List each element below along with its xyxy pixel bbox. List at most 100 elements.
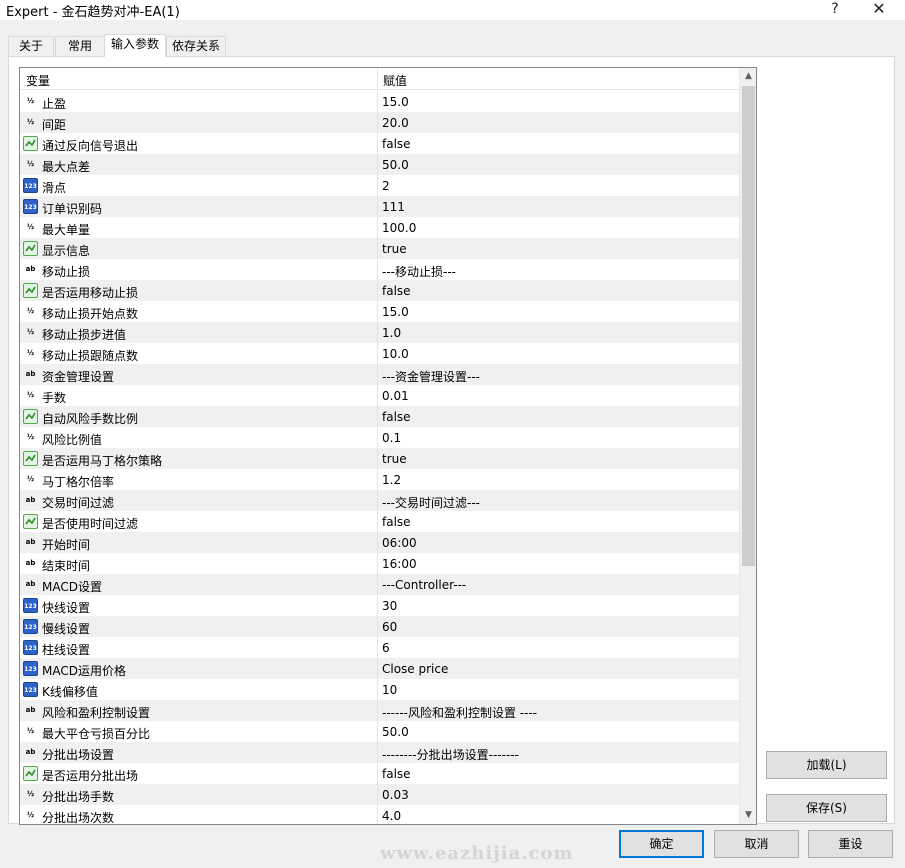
parameter-value[interactable]: 0.03	[382, 788, 409, 802]
parameter-value[interactable]: false	[382, 515, 411, 529]
parameter-row[interactable]: 123 柱线设置 6	[20, 637, 739, 658]
parameter-value[interactable]: Close price	[382, 662, 448, 676]
parameter-value[interactable]: 111	[382, 200, 405, 214]
scroll-up-arrow-icon[interactable]: ▲	[740, 68, 756, 85]
parameter-value[interactable]: 06:00	[382, 536, 417, 550]
parameter-row[interactable]: 123 滑点 2	[20, 175, 739, 196]
cell-divider	[377, 364, 378, 385]
parameter-value[interactable]: ------风险和盈利控制设置 ----	[382, 704, 537, 721]
scroll-thumb[interactable]	[742, 86, 755, 566]
cell-divider	[377, 658, 378, 679]
parameter-value[interactable]: 10.0	[382, 347, 409, 361]
parameter-value[interactable]: 15.0	[382, 95, 409, 109]
parameter-value[interactable]: true	[382, 242, 407, 256]
parameter-row[interactable]: 123 K线偏移值 10	[20, 679, 739, 700]
parameter-row[interactable]: 是否运用移动止损 false	[20, 280, 739, 301]
parameter-value[interactable]: true	[382, 452, 407, 466]
parameter-row[interactable]: ½ 最大单量 100.0	[20, 217, 739, 238]
parameter-row[interactable]: ab 分批出场设置 --------分批出场设置-------	[20, 742, 739, 763]
save-button[interactable]: 保存(S)	[766, 794, 887, 822]
parameter-value[interactable]: false	[382, 767, 411, 781]
parameter-row[interactable]: 是否运用分批出场 false	[20, 763, 739, 784]
type-bool-icon	[23, 283, 38, 298]
parameter-value[interactable]: ---交易时间过滤---	[382, 494, 480, 511]
column-divider[interactable]	[377, 68, 378, 90]
cell-divider	[377, 280, 378, 301]
parameter-value[interactable]: --------分批出场设置-------	[382, 746, 519, 763]
parameter-value[interactable]: 30	[382, 599, 397, 613]
reset-button[interactable]: 重设	[808, 830, 893, 858]
parameter-row[interactable]: 123 订单识别码 111	[20, 196, 739, 217]
column-header-variable[interactable]: 变量	[26, 72, 50, 89]
ok-button[interactable]: 确定	[619, 830, 704, 858]
parameter-row[interactable]: ab 资金管理设置 ---资金管理设置---	[20, 364, 739, 385]
cell-divider	[377, 427, 378, 448]
parameter-value[interactable]: 1.2	[382, 473, 401, 487]
parameter-value[interactable]: 10	[382, 683, 397, 697]
cell-divider	[377, 343, 378, 364]
parameter-row[interactable]: 通过反向信号退出 false	[20, 133, 739, 154]
load-button[interactable]: 加载(L)	[766, 751, 887, 779]
parameter-row[interactable]: ½ 移动止损步进值 1.0	[20, 322, 739, 343]
parameter-value[interactable]: 15.0	[382, 305, 409, 319]
parameter-value[interactable]: 0.1	[382, 431, 401, 445]
parameter-value[interactable]: 0.01	[382, 389, 409, 403]
parameter-row[interactable]: ½ 止盈 15.0	[20, 91, 739, 112]
parameter-value[interactable]: 60	[382, 620, 397, 634]
parameter-value[interactable]: false	[382, 284, 411, 298]
parameter-name: 是否运用分批出场	[42, 769, 139, 783]
parameter-row[interactable]: ½ 手数 0.01	[20, 385, 739, 406]
cancel-button[interactable]: 取消	[714, 830, 799, 858]
parameter-row[interactable]: ½ 最大点差 50.0	[20, 154, 739, 175]
tab-inputs[interactable]: 输入参数	[104, 34, 166, 57]
close-button[interactable]: ✕	[864, 0, 894, 20]
parameter-name: 是否运用马丁格尔策略	[42, 454, 163, 468]
parameter-value[interactable]: 100.0	[382, 221, 416, 235]
parameter-row[interactable]: ½ 马丁格尔倍率 1.2	[20, 469, 739, 490]
parameter-value[interactable]: ---资金管理设置---	[382, 368, 480, 385]
parameter-row[interactable]: ½ 最大平仓亏损百分比 50.0	[20, 721, 739, 742]
parameter-row[interactable]: 是否运用马丁格尔策略 true	[20, 448, 739, 469]
parameter-value[interactable]: 50.0	[382, 158, 409, 172]
parameter-row[interactable]: 123 MACD运用价格 Close price	[20, 658, 739, 679]
parameter-value[interactable]: 1.0	[382, 326, 401, 340]
column-header-value[interactable]: 赋值	[383, 72, 407, 89]
parameter-row[interactable]: ab MACD设置 ---Controller---	[20, 574, 739, 595]
parameter-row[interactable]: ½ 风险比例值 0.1	[20, 427, 739, 448]
tab-common[interactable]: 常用	[55, 36, 105, 56]
parameter-value[interactable]: 16:00	[382, 557, 417, 571]
parameter-row[interactable]: ab 移动止损 ---移动止损---	[20, 259, 739, 280]
parameter-row[interactable]: 是否使用时间过滤 false	[20, 511, 739, 532]
parameter-value[interactable]: false	[382, 137, 411, 151]
tab-about[interactable]: 关于	[8, 36, 54, 56]
help-button[interactable]: ?	[820, 0, 850, 20]
parameter-row[interactable]: ab 风险和盈利控制设置 ------风险和盈利控制设置 ----	[20, 700, 739, 721]
parameter-value[interactable]: 20.0	[382, 116, 409, 130]
parameter-name: MACD运用价格	[42, 664, 126, 678]
parameter-value[interactable]: 2	[382, 179, 390, 193]
tab-dependencies[interactable]: 依存关系	[166, 36, 226, 56]
parameter-value[interactable]: 50.0	[382, 725, 409, 739]
parameter-value[interactable]: 6	[382, 641, 390, 655]
parameter-value[interactable]: ---移动止损---	[382, 263, 456, 280]
parameter-row[interactable]: 自动风险手数比例 false	[20, 406, 739, 427]
parameter-row[interactable]: ½ 分批出场次数 4.0	[20, 805, 739, 824]
cell-divider	[377, 805, 378, 824]
parameter-row[interactable]: ½ 移动止损跟随点数 10.0	[20, 343, 739, 364]
parameter-row[interactable]: ½ 移动止损开始点数 15.0	[20, 301, 739, 322]
parameter-row[interactable]: ½ 分批出场手数 0.03	[20, 784, 739, 805]
parameter-value[interactable]: false	[382, 410, 411, 424]
parameter-value[interactable]: ---Controller---	[382, 578, 466, 592]
parameter-row[interactable]: ½ 间距 20.0	[20, 112, 739, 133]
parameter-row[interactable]: ab 开始时间 06:00	[20, 532, 739, 553]
vertical-scrollbar[interactable]: ▲ ▼	[739, 68, 756, 824]
parameter-row[interactable]: 123 慢线设置 60	[20, 616, 739, 637]
cell-divider	[377, 259, 378, 280]
scroll-down-arrow-icon[interactable]: ▼	[740, 807, 756, 824]
parameter-row[interactable]: ab 结束时间 16:00	[20, 553, 739, 574]
parameter-row[interactable]: 显示信息 true	[20, 238, 739, 259]
type-int-icon: 123	[23, 178, 38, 193]
parameter-row[interactable]: 123 快线设置 30	[20, 595, 739, 616]
parameter-value[interactable]: 4.0	[382, 809, 401, 823]
parameter-row[interactable]: ab 交易时间过滤 ---交易时间过滤---	[20, 490, 739, 511]
